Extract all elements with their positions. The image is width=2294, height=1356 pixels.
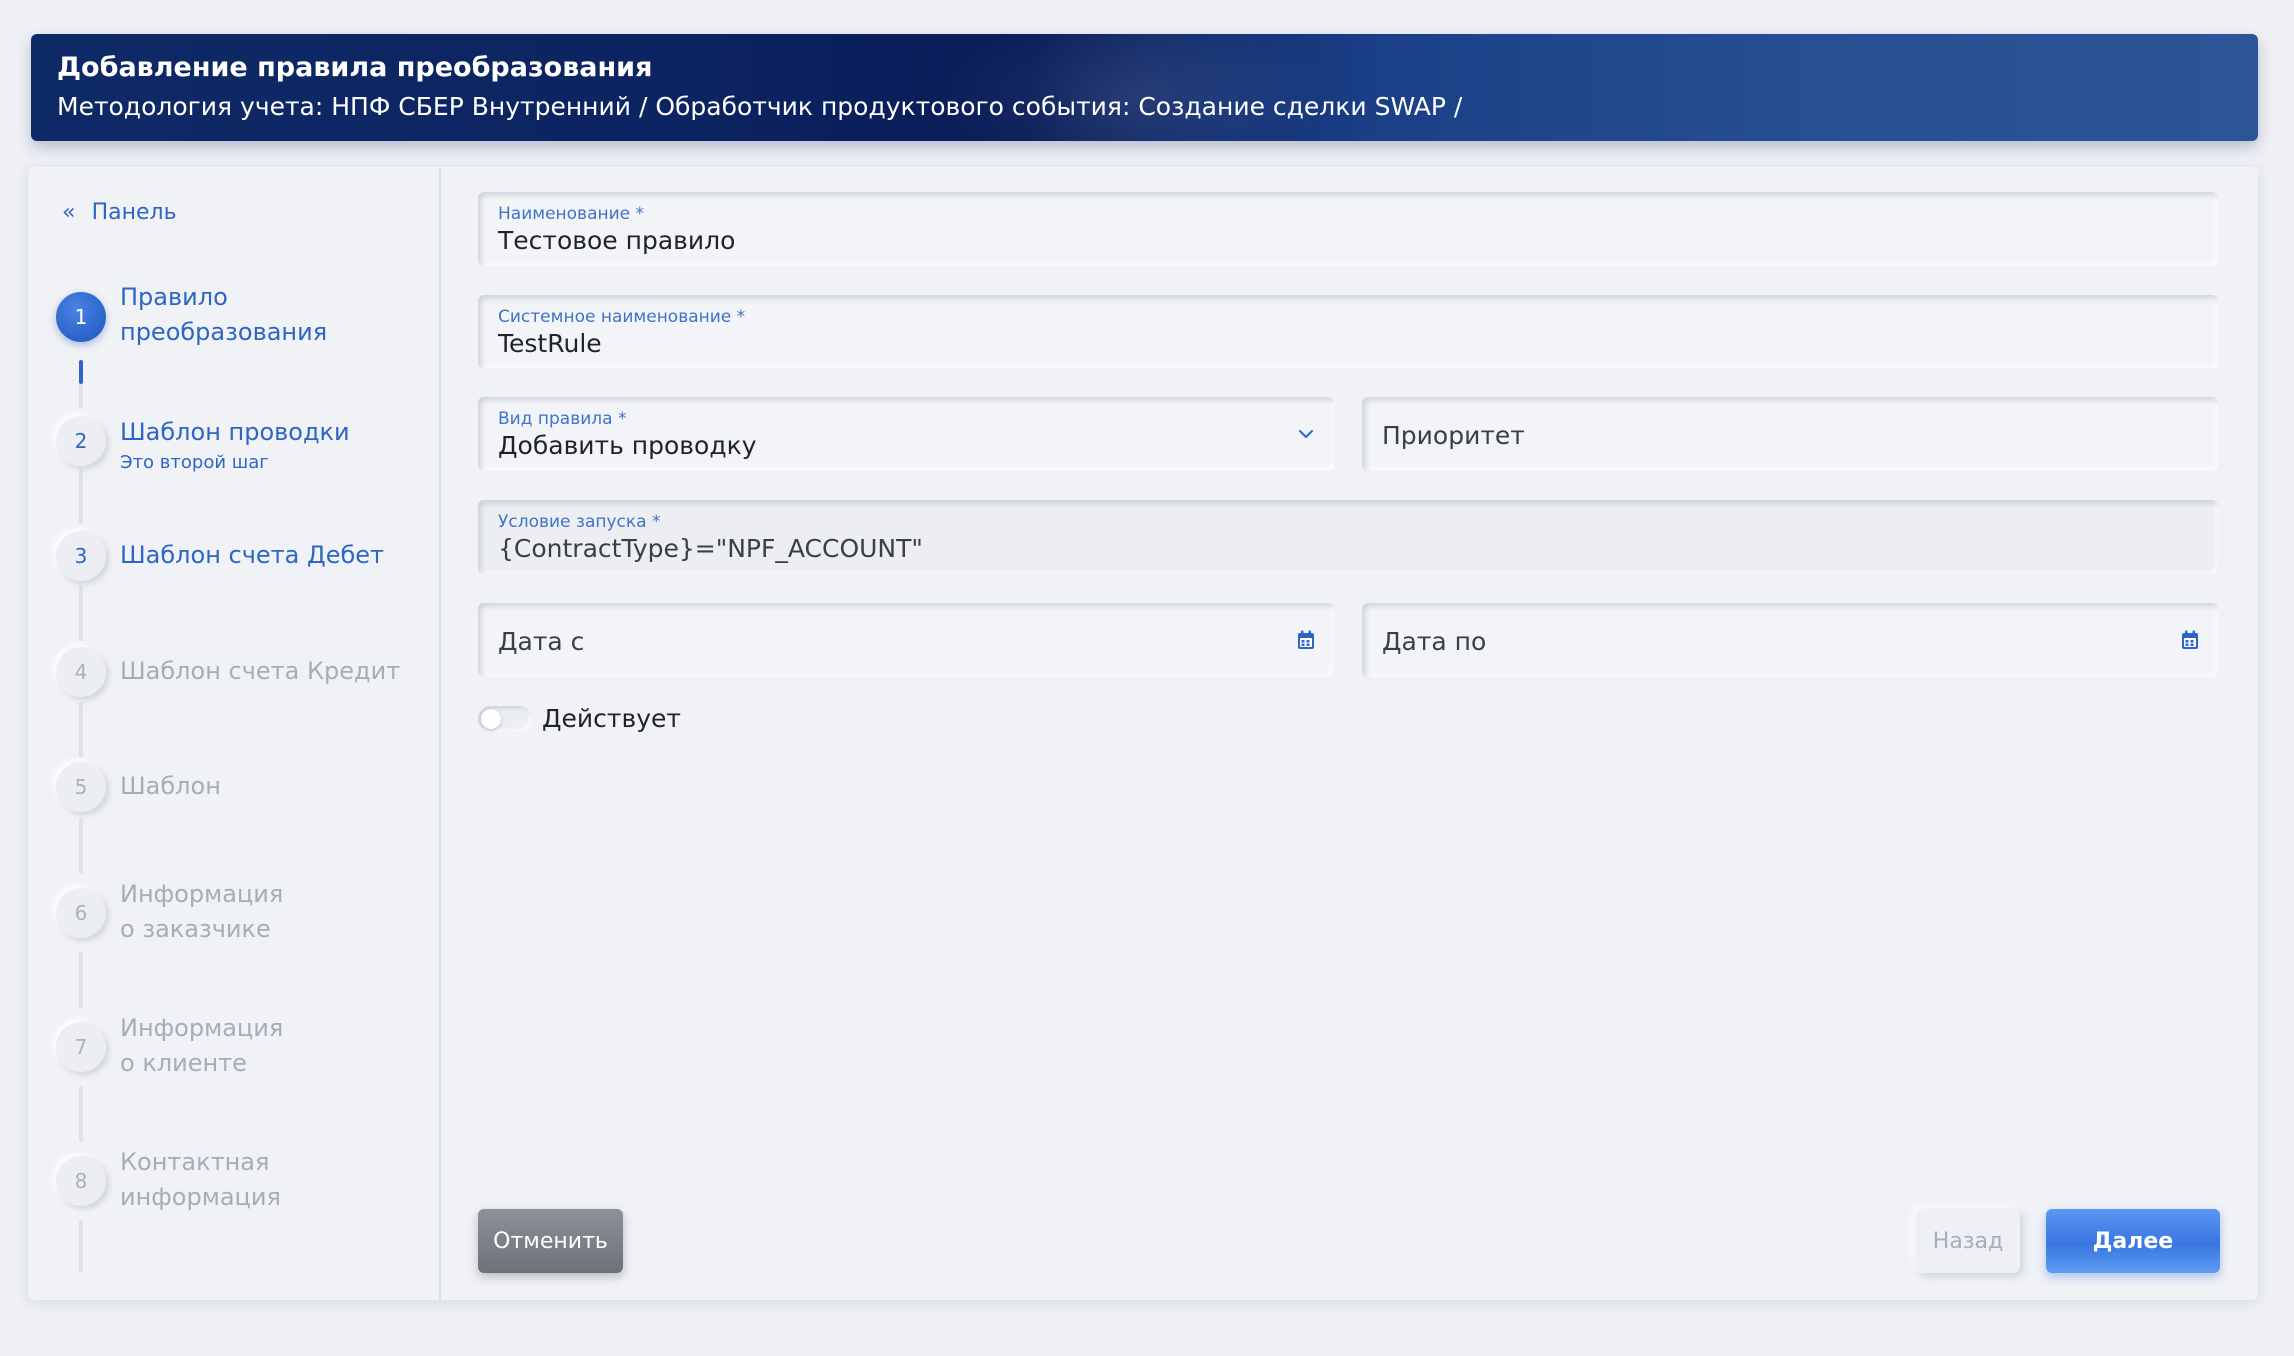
step-3-label[interactable]: Шаблон счета Дебет <box>120 538 384 573</box>
date-from-input[interactable]: Дата с <box>478 603 1334 677</box>
calendar-icon[interactable] <box>2180 630 2200 650</box>
date-to-input[interactable]: Дата по <box>1362 603 2218 677</box>
step-4-label: Шаблон счета Кредит <box>120 657 401 685</box>
step-4-circle: 4 <box>56 647 106 697</box>
system-name-field[interactable]: Системное наименование * TestRule <box>478 295 2218 369</box>
cancel-button[interactable]: Отменить <box>478 1209 623 1273</box>
step-7-label: Информация о клиенте <box>120 1014 284 1077</box>
toggle-knob <box>481 709 501 729</box>
step-connector-4 <box>79 702 83 758</box>
rule-type-select[interactable]: Вид правила * Добавить проводку <box>478 397 1334 471</box>
step-7-circle: 7 <box>56 1022 106 1072</box>
step-connector-5 <box>79 818 83 874</box>
rule-type-label: Вид правила * <box>498 409 627 429</box>
step-connector-1 <box>79 360 83 384</box>
date-to-placeholder: Дата по <box>1382 627 1487 656</box>
step-5-circle: 5 <box>56 762 106 812</box>
step-2-sublabel: Это второй шаг <box>120 452 269 473</box>
step-connector-1b <box>79 384 83 408</box>
page-header: Добавление правила преобразования Методо… <box>31 34 2258 141</box>
step-1-circle[interactable]: 1 <box>56 292 106 342</box>
priority-input[interactable]: Приоритет <box>1362 397 2218 471</box>
priority-placeholder: Приоритет <box>1382 421 1525 450</box>
name-field-label: Наименование * <box>498 204 645 224</box>
chevron-down-icon[interactable] <box>1296 424 1316 444</box>
breadcrumb: Методология учета: НПФ СБЕР Внутренний /… <box>57 92 1463 121</box>
step-3-circle[interactable]: 3 <box>56 531 106 581</box>
step-2-circle[interactable]: 2 <box>56 416 106 466</box>
panel-collapse-link[interactable]: ‹‹ Панель <box>62 196 177 228</box>
step-connector-6 <box>79 952 83 1008</box>
panel-link-label: Панель <box>91 199 177 225</box>
step-5-label: Шаблон <box>120 772 221 800</box>
name-field-value[interactable]: Тестовое правило <box>498 226 735 255</box>
system-name-field-label: Системное наименование * <box>498 307 746 327</box>
step-connector-7 <box>79 1086 83 1142</box>
page-title: Добавление правила преобразования <box>57 52 653 83</box>
back-button[interactable]: Назад <box>1916 1209 2020 1273</box>
step-1-label[interactable]: Правило преобразования <box>120 280 327 350</box>
step-6-circle: 6 <box>56 888 106 938</box>
name-field[interactable]: Наименование * Тестовое правило <box>478 192 2218 266</box>
launch-condition-value[interactable]: {ContractType}="NPF_ACCOUNT" <box>498 534 923 563</box>
launch-condition-field[interactable]: Условие запуска * {ContractType}="NPF_AC… <box>478 500 2218 574</box>
step-6-label: Информация о заказчике <box>120 880 284 943</box>
double-chevron-left-icon: ‹‹ <box>62 199 75 225</box>
calendar-icon[interactable] <box>1296 630 1316 650</box>
step-8-label: Контактная информация <box>120 1148 281 1211</box>
date-from-placeholder: Дата с <box>498 627 585 656</box>
step-connector-3 <box>79 585 83 641</box>
step-2-label[interactable]: Шаблон проводки <box>120 415 350 450</box>
next-button[interactable]: Далее <box>2046 1209 2220 1273</box>
active-toggle-label: Действует <box>542 704 681 733</box>
launch-condition-label: Условие запуска * <box>498 512 661 532</box>
step-8-circle: 8 <box>56 1156 106 1206</box>
step-connector-2 <box>79 468 83 524</box>
active-toggle[interactable] <box>478 706 532 732</box>
rule-type-value[interactable]: Добавить проводку <box>498 431 757 460</box>
step-connector-8 <box>79 1220 83 1272</box>
system-name-field-value[interactable]: TestRule <box>498 329 602 358</box>
sidebar-divider <box>439 169 441 1300</box>
